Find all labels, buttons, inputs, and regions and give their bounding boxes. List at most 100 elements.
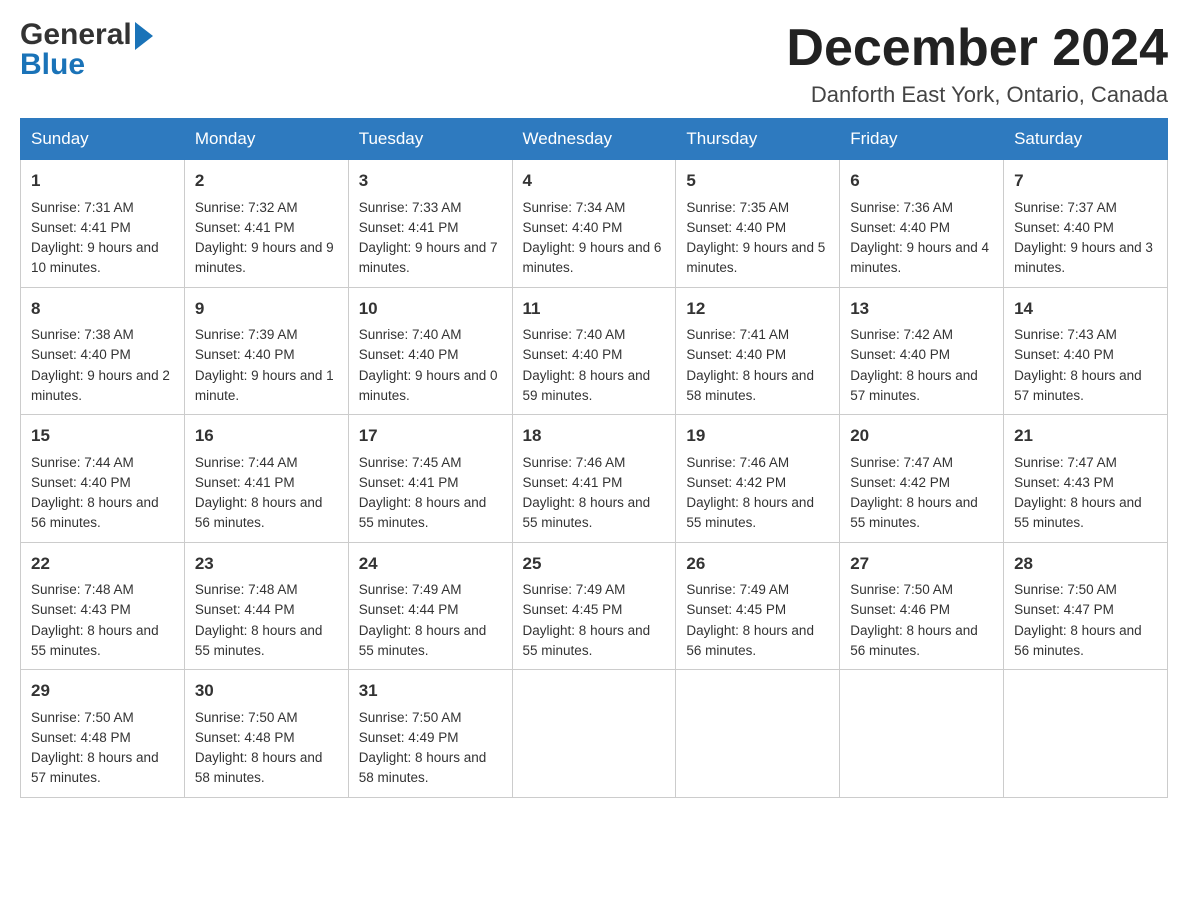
day-number: 29 (31, 678, 174, 704)
sunrise-label: Sunrise: 7:49 AM (359, 582, 462, 597)
table-row: 17 Sunrise: 7:45 AM Sunset: 4:41 PM Dayl… (348, 415, 512, 543)
table-row (1004, 670, 1168, 798)
table-row: 16 Sunrise: 7:44 AM Sunset: 4:41 PM Dayl… (184, 415, 348, 543)
sunrise-label: Sunrise: 7:44 AM (31, 455, 134, 470)
sunrise-label: Sunrise: 7:50 AM (359, 710, 462, 725)
sunrise-label: Sunrise: 7:47 AM (1014, 455, 1117, 470)
daylight-label: Daylight: 8 hours and 56 minutes. (1014, 623, 1142, 658)
sunset-label: Sunset: 4:48 PM (31, 730, 131, 745)
sunset-label: Sunset: 4:41 PM (195, 220, 295, 235)
daylight-label: Daylight: 9 hours and 3 minutes. (1014, 240, 1153, 275)
table-row: 24 Sunrise: 7:49 AM Sunset: 4:44 PM Dayl… (348, 542, 512, 670)
sunset-label: Sunset: 4:40 PM (195, 347, 295, 362)
sunset-label: Sunset: 4:41 PM (359, 475, 459, 490)
daylight-label: Daylight: 8 hours and 55 minutes. (1014, 495, 1142, 530)
day-number: 6 (850, 168, 993, 194)
day-number: 7 (1014, 168, 1157, 194)
daylight-label: Daylight: 8 hours and 56 minutes. (195, 495, 323, 530)
day-number: 1 (31, 168, 174, 194)
sunset-label: Sunset: 4:40 PM (31, 347, 131, 362)
daylight-label: Daylight: 8 hours and 55 minutes. (359, 623, 487, 658)
daylight-label: Daylight: 8 hours and 55 minutes. (523, 623, 651, 658)
sunset-label: Sunset: 4:40 PM (523, 347, 623, 362)
col-tuesday: Tuesday (348, 119, 512, 160)
col-friday: Friday (840, 119, 1004, 160)
daylight-label: Daylight: 8 hours and 57 minutes. (1014, 368, 1142, 403)
day-number: 19 (686, 423, 829, 449)
calendar-week-3: 15 Sunrise: 7:44 AM Sunset: 4:40 PM Dayl… (21, 415, 1168, 543)
sunrise-label: Sunrise: 7:46 AM (686, 455, 789, 470)
table-row: 22 Sunrise: 7:48 AM Sunset: 4:43 PM Dayl… (21, 542, 185, 670)
daylight-label: Daylight: 9 hours and 1 minute. (195, 368, 334, 403)
table-row: 29 Sunrise: 7:50 AM Sunset: 4:48 PM Dayl… (21, 670, 185, 798)
day-number: 2 (195, 168, 338, 194)
table-row: 19 Sunrise: 7:46 AM Sunset: 4:42 PM Dayl… (676, 415, 840, 543)
calendar-header-row: Sunday Monday Tuesday Wednesday Thursday… (21, 119, 1168, 160)
sunrise-label: Sunrise: 7:39 AM (195, 327, 298, 342)
sunrise-label: Sunrise: 7:44 AM (195, 455, 298, 470)
sunrise-label: Sunrise: 7:49 AM (523, 582, 626, 597)
sunset-label: Sunset: 4:40 PM (850, 220, 950, 235)
table-row: 18 Sunrise: 7:46 AM Sunset: 4:41 PM Dayl… (512, 415, 676, 543)
day-number: 13 (850, 296, 993, 322)
sunset-label: Sunset: 4:40 PM (1014, 347, 1114, 362)
table-row: 7 Sunrise: 7:37 AM Sunset: 4:40 PM Dayli… (1004, 160, 1168, 288)
sunset-label: Sunset: 4:42 PM (850, 475, 950, 490)
sunrise-label: Sunrise: 7:35 AM (686, 200, 789, 215)
sunrise-label: Sunrise: 7:34 AM (523, 200, 626, 215)
daylight-label: Daylight: 9 hours and 0 minutes. (359, 368, 498, 403)
table-row: 9 Sunrise: 7:39 AM Sunset: 4:40 PM Dayli… (184, 287, 348, 415)
sunset-label: Sunset: 4:46 PM (850, 602, 950, 617)
daylight-label: Daylight: 8 hours and 57 minutes. (31, 750, 159, 785)
sunrise-label: Sunrise: 7:40 AM (359, 327, 462, 342)
table-row: 25 Sunrise: 7:49 AM Sunset: 4:45 PM Dayl… (512, 542, 676, 670)
sunrise-label: Sunrise: 7:50 AM (31, 710, 134, 725)
sunrise-label: Sunrise: 7:38 AM (31, 327, 134, 342)
day-number: 14 (1014, 296, 1157, 322)
day-number: 17 (359, 423, 502, 449)
daylight-label: Daylight: 8 hours and 55 minutes. (850, 495, 978, 530)
day-number: 9 (195, 296, 338, 322)
day-number: 8 (31, 296, 174, 322)
table-row: 10 Sunrise: 7:40 AM Sunset: 4:40 PM Dayl… (348, 287, 512, 415)
sunset-label: Sunset: 4:41 PM (195, 475, 295, 490)
sunrise-label: Sunrise: 7:40 AM (523, 327, 626, 342)
day-number: 21 (1014, 423, 1157, 449)
table-row (840, 670, 1004, 798)
calendar-week-2: 8 Sunrise: 7:38 AM Sunset: 4:40 PM Dayli… (21, 287, 1168, 415)
daylight-label: Daylight: 8 hours and 55 minutes. (195, 623, 323, 658)
day-number: 28 (1014, 551, 1157, 577)
month-title: December 2024 (786, 20, 1168, 77)
sunset-label: Sunset: 4:42 PM (686, 475, 786, 490)
table-row: 1 Sunrise: 7:31 AM Sunset: 4:41 PM Dayli… (21, 160, 185, 288)
sunset-label: Sunset: 4:40 PM (31, 475, 131, 490)
daylight-label: Daylight: 8 hours and 59 minutes. (523, 368, 651, 403)
day-number: 12 (686, 296, 829, 322)
table-row: 26 Sunrise: 7:49 AM Sunset: 4:45 PM Dayl… (676, 542, 840, 670)
table-row (676, 670, 840, 798)
logo-arrow-icon (135, 22, 153, 50)
table-row: 20 Sunrise: 7:47 AM Sunset: 4:42 PM Dayl… (840, 415, 1004, 543)
table-row: 28 Sunrise: 7:50 AM Sunset: 4:47 PM Dayl… (1004, 542, 1168, 670)
page-header: General Blue December 2024 Danforth East… (20, 20, 1168, 108)
sunset-label: Sunset: 4:44 PM (359, 602, 459, 617)
day-number: 25 (523, 551, 666, 577)
day-number: 22 (31, 551, 174, 577)
table-row: 3 Sunrise: 7:33 AM Sunset: 4:41 PM Dayli… (348, 160, 512, 288)
col-sunday: Sunday (21, 119, 185, 160)
daylight-label: Daylight: 8 hours and 58 minutes. (195, 750, 323, 785)
calendar-week-1: 1 Sunrise: 7:31 AM Sunset: 4:41 PM Dayli… (21, 160, 1168, 288)
day-number: 18 (523, 423, 666, 449)
daylight-label: Daylight: 8 hours and 55 minutes. (523, 495, 651, 530)
sunrise-label: Sunrise: 7:47 AM (850, 455, 953, 470)
daylight-label: Daylight: 9 hours and 6 minutes. (523, 240, 662, 275)
table-row: 23 Sunrise: 7:48 AM Sunset: 4:44 PM Dayl… (184, 542, 348, 670)
sunset-label: Sunset: 4:44 PM (195, 602, 295, 617)
calendar-table: Sunday Monday Tuesday Wednesday Thursday… (20, 118, 1168, 798)
day-number: 24 (359, 551, 502, 577)
daylight-label: Daylight: 9 hours and 5 minutes. (686, 240, 825, 275)
table-row: 5 Sunrise: 7:35 AM Sunset: 4:40 PM Dayli… (676, 160, 840, 288)
sunrise-label: Sunrise: 7:41 AM (686, 327, 789, 342)
logo-general-text: General (20, 18, 132, 51)
daylight-label: Daylight: 9 hours and 10 minutes. (31, 240, 159, 275)
